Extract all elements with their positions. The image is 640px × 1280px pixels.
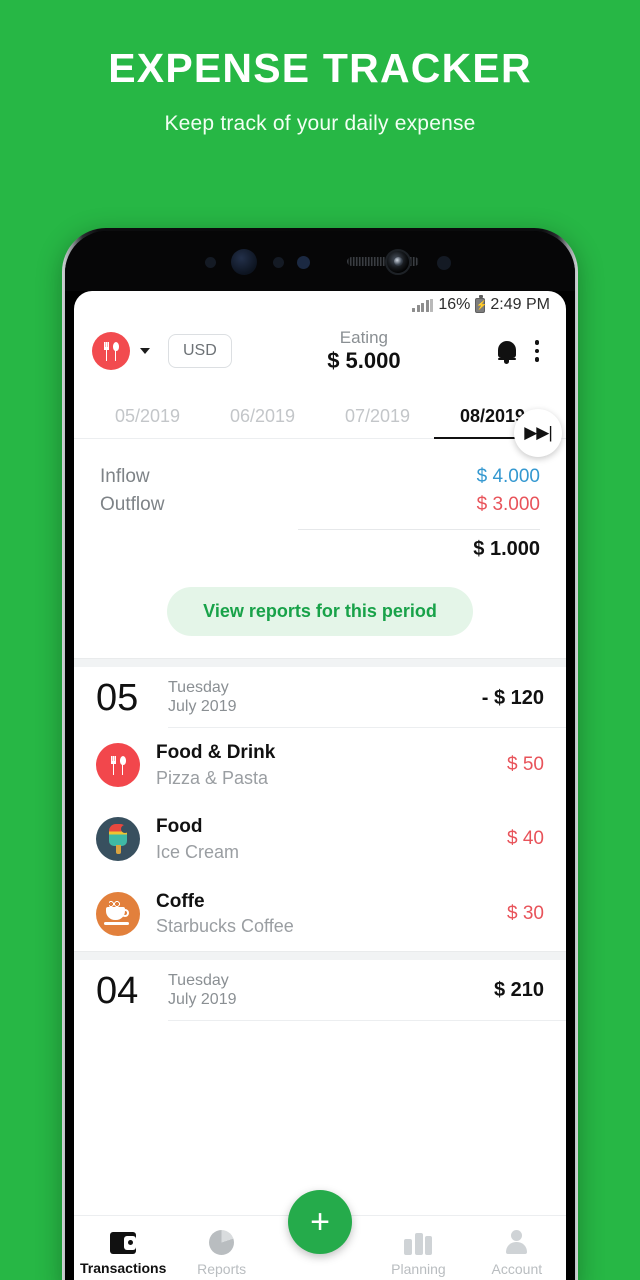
- signal-bars-icon: [412, 298, 434, 312]
- wallet-name: Eating: [339, 328, 388, 348]
- transaction-note: Ice Cream: [156, 842, 240, 862]
- day-total: $ 210: [493, 979, 544, 1002]
- app-bar: USD Eating $ 5.000: [74, 319, 566, 383]
- transaction-amount: $ 40: [507, 828, 544, 850]
- transaction-note: Starbucks Coffee: [156, 916, 294, 937]
- nav-label: Transactions: [80, 1259, 167, 1276]
- transaction-title: Food: [156, 816, 203, 838]
- transaction-amount: $ 30: [507, 902, 544, 924]
- status-bar: 16% 2:49 PM: [74, 291, 566, 319]
- day-header[interactable]: 05 Tuesday July 2019 - $ 120: [74, 667, 566, 727]
- section-divider: [74, 658, 566, 667]
- outflow-label: Outflow: [100, 494, 165, 515]
- day-header[interactable]: 04 Tuesday July 2019 $ 210: [74, 960, 566, 1020]
- transaction-note: Pizza & Pasta: [156, 767, 269, 788]
- battery-percent-label: 16%: [438, 296, 471, 313]
- period-summary: Inflow $ 4.000 Outflow $ 3.000 $ 1.000: [74, 439, 566, 561]
- jars-icon: [404, 1230, 433, 1255]
- coffee-cup-icon: [96, 891, 140, 936]
- transaction-title: Food & Drink: [156, 742, 276, 763]
- phone-mockup: 16% 2:49 PM USD Eating $ 5.000: [62, 228, 578, 1280]
- view-reports-button[interactable]: View reports for this period: [167, 587, 473, 636]
- day-group: 05 Tuesday July 2019 - $ 120 Food & Drin…: [74, 667, 566, 951]
- wallet-icon: [110, 1231, 137, 1254]
- section-divider: [74, 950, 566, 960]
- clock-label: 2:49 PM: [490, 296, 550, 313]
- month-tab-3[interactable]: 07/2019: [320, 406, 435, 439]
- transaction-title: Coffe: [156, 890, 205, 912]
- row-divider: [168, 1019, 566, 1021]
- category-avatar[interactable]: [92, 332, 130, 370]
- phone-bezel: [65, 231, 575, 291]
- inflow-row: Inflow $ 4.000: [100, 463, 540, 491]
- transaction-row[interactable]: Coffe Starbucks Coffee $ 30: [74, 877, 566, 951]
- nav-item-account[interactable]: Account: [468, 1230, 566, 1277]
- inflow-value: $ 4.000: [476, 466, 540, 487]
- month-tab-2[interactable]: 06/2019: [205, 406, 320, 439]
- pie-chart-icon: [209, 1230, 235, 1255]
- transaction-row[interactable]: Food & Drink Pizza & Pasta $ 50: [74, 728, 566, 802]
- day-total: - $ 120: [481, 686, 544, 709]
- nav-label: Reports: [197, 1261, 247, 1277]
- cutlery-icon: [96, 743, 140, 788]
- currency-selector[interactable]: USD: [168, 334, 232, 368]
- proximity-sensor-icon: [205, 257, 216, 268]
- battery-charging-icon: [475, 295, 486, 313]
- nav-item-reports[interactable]: Reports: [172, 1230, 270, 1277]
- net-total-value: $ 1.000: [473, 538, 540, 560]
- month-tab-1[interactable]: 05/2019: [90, 406, 205, 439]
- transaction-amount: $ 50: [507, 754, 544, 776]
- wallet-balance: $ 5.000: [327, 348, 401, 374]
- page-subtitle: Keep track of your daily expense: [164, 112, 476, 136]
- phone-screen: 16% 2:49 PM USD Eating $ 5.000: [74, 291, 566, 1280]
- nav-label: Account: [491, 1261, 543, 1277]
- led-indicator-icon: [297, 256, 310, 269]
- popsicle-icon: [96, 817, 140, 862]
- day-weekday: Tuesday: [168, 679, 229, 697]
- outflow-row: Outflow $ 3.000: [100, 491, 540, 519]
- transaction-row[interactable]: Food Ice Cream $ 40: [74, 802, 566, 876]
- month-tabs: 05/2019 06/2019 07/2019 08/2019 ▶▶|: [74, 383, 566, 457]
- sensor-dot-icon: [437, 256, 451, 270]
- transaction-list[interactable]: 05 Tuesday July 2019 - $ 120 Food & Drin…: [74, 667, 566, 1215]
- day-monthyear: July 2019: [168, 698, 237, 715]
- day-number: 05: [96, 677, 139, 719]
- nav-item-transactions[interactable]: Transactions: [74, 1231, 172, 1276]
- bottom-navigation: Transactions Reports Planning Account +: [74, 1190, 566, 1280]
- wallet-summary[interactable]: Eating $ 5.000: [240, 328, 488, 374]
- nav-item-planning[interactable]: Planning: [369, 1230, 467, 1277]
- bell-icon[interactable]: [496, 339, 518, 364]
- front-camera-icon: [385, 249, 411, 275]
- promo-header: EXPENSE TRACKER Keep track of your daily…: [0, 0, 640, 136]
- day-group: 04 Tuesday July 2019 $ 210: [74, 959, 566, 1021]
- nav-label: Planning: [391, 1261, 446, 1277]
- day-number: 04: [96, 969, 139, 1012]
- iris-scanner-icon: [231, 249, 257, 275]
- day-monthyear: July 2019: [168, 990, 237, 1008]
- day-weekday: Tuesday: [168, 971, 229, 989]
- outflow-value: $ 3.000: [476, 494, 540, 515]
- page-title: EXPENSE TRACKER: [108, 45, 532, 91]
- summary-divider: [298, 529, 540, 530]
- light-sensor-icon: [273, 257, 284, 268]
- kebab-menu-icon[interactable]: [526, 340, 548, 362]
- skip-forward-icon[interactable]: ▶▶|: [514, 409, 562, 457]
- add-transaction-button[interactable]: +: [288, 1190, 352, 1254]
- inflow-label: Inflow: [100, 466, 150, 487]
- cutlery-icon: [103, 341, 120, 361]
- chevron-down-icon[interactable]: [140, 348, 150, 354]
- person-icon: [504, 1230, 529, 1255]
